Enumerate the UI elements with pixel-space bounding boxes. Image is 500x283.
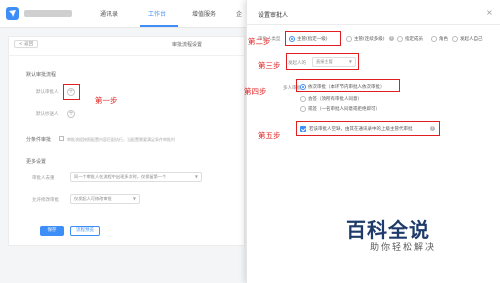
dedupe-label: 审批人去重 (32, 176, 55, 181)
dedupe-select[interactable]: 同一个审批人在流程中出现多次时，仅保留第一个 ▼ (70, 172, 202, 182)
dialog-divider (246, 24, 500, 25)
radio-type-self[interactable] (452, 36, 458, 42)
option-method-joint[interactable]: 会签（须所有审批人同意） (308, 96, 362, 102)
header-divider (8, 55, 245, 56)
step5-highlight (296, 121, 440, 136)
approver-label: 默认审批人 (36, 90, 59, 95)
active-tab-indicator (140, 25, 178, 27)
tab-enterprise[interactable]: 企 (236, 9, 242, 18)
page-title: 审批流程设置 (172, 42, 203, 48)
edit-label: 允许修改审批 (32, 198, 59, 203)
option-type-role[interactable]: 角色 (439, 36, 448, 42)
radio-type-multilevel[interactable] (346, 36, 352, 42)
blurred-org-name (24, 10, 72, 17)
back-button[interactable]: < 返回 (14, 40, 38, 48)
step5-annotation: 第五步 (258, 131, 281, 140)
radio-method-joint[interactable] (300, 96, 306, 102)
watermark-title: 百科全说 (346, 218, 430, 242)
chevron-down-icon: ▼ (132, 196, 136, 201)
watermark-subtitle: 助你轻松解决 (370, 243, 437, 253)
app-logo-icon (6, 7, 19, 20)
step4-highlight (296, 79, 400, 92)
info-icon[interactable]: ? (389, 36, 394, 41)
section-branch: 分条件审批 (26, 137, 52, 143)
cc-label: 默认抄送人 (36, 112, 59, 117)
section-default-flow: 默认审批流程 (26, 72, 57, 78)
option-method-any[interactable]: 或签（一名审批人同意或拒绝即可） (308, 106, 380, 112)
plus-icon: + (68, 110, 74, 117)
preview-button[interactable]: 流程预览 (70, 226, 100, 236)
tab-value-added[interactable]: 增值服务 (192, 9, 216, 18)
tab-contacts[interactable]: 通讯录 (100, 9, 118, 18)
step3-highlight (286, 53, 359, 70)
step2-highlight (285, 31, 341, 46)
option-type-member[interactable]: 指定成员 (405, 36, 423, 42)
edit-value: 仅发起人可修改审批 (74, 196, 112, 201)
step1-annotation: 第一步 (95, 96, 118, 105)
radio-type-role[interactable] (431, 36, 437, 42)
chevron-down-icon: ▼ (194, 174, 198, 179)
option-type-multilevel[interactable]: 主管(连续多级) (354, 36, 385, 42)
edit-select[interactable]: 仅发起人可修改审批 ▼ (70, 194, 140, 204)
dialog-title: 设置审批人 (258, 12, 289, 19)
close-icon[interactable]: × (486, 8, 493, 17)
radio-type-member[interactable] (397, 36, 403, 42)
step3-annotation: 第三步 (258, 61, 281, 70)
save-button[interactable]: 保存 (40, 226, 64, 236)
option-type-self[interactable]: 发起人自己 (460, 36, 483, 42)
radio-method-any[interactable] (300, 106, 306, 112)
tab-workbench[interactable]: 工作台 (148, 9, 166, 18)
branch-description: 审批流程按照配置内容匹配执行，当配置需要满足条件审批时 (67, 137, 175, 142)
step1-highlight (63, 84, 80, 100)
dedupe-value: 同一个审批人在流程中出现多次时，仅保留第一个 (74, 174, 167, 179)
add-cc-button[interactable]: + (67, 110, 75, 118)
step2-annotation: 第二步 (248, 37, 271, 46)
step4-annotation: 第四步 (244, 87, 267, 96)
section-more: 更多设置 (26, 159, 47, 165)
branch-checkbox[interactable] (59, 136, 64, 141)
